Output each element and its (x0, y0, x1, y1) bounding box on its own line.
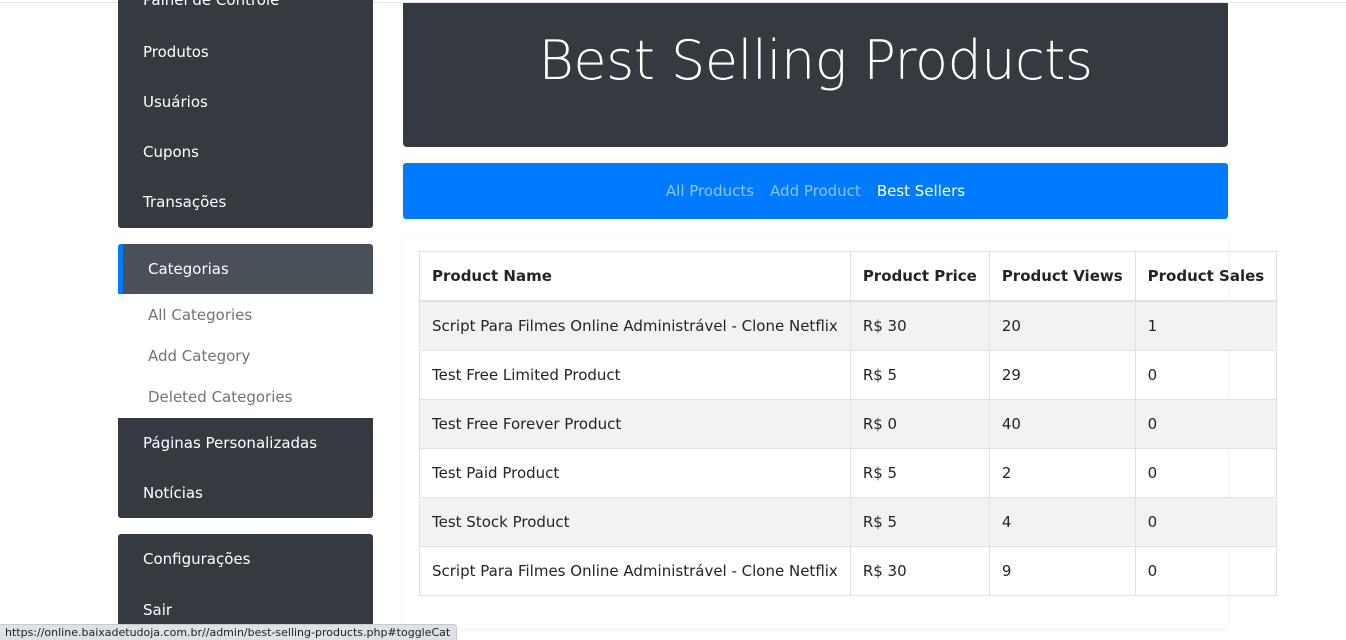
cell-name: Script Para Filmes Online Administrável … (419, 546, 851, 596)
sidebar-item-transacoes[interactable]: Transações (143, 193, 226, 211)
col-product-name: Product Name (419, 251, 851, 302)
cell-views: 29 (988, 350, 1136, 400)
cell-name: Script Para Filmes Online Administrável … (419, 300, 851, 351)
cell-price: R$ 0 (849, 399, 990, 449)
browser-status-url: https://online.baixadetudoja.com.br//adm… (0, 624, 458, 640)
cell-sales: 0 (1134, 350, 1278, 400)
product-nav: All Products Add Product Best Sellers (403, 163, 1228, 219)
cell-views: 2 (988, 448, 1136, 498)
cell-name: Test Free Forever Product (419, 399, 851, 449)
sidebar-item-noticias[interactable]: Notícias (143, 484, 203, 502)
best-sellers-table: Product Name Product Price Product Views… (419, 251, 1278, 596)
submenu-all-categories[interactable]: All Categories (148, 306, 252, 324)
nav-add-product[interactable]: Add Product (770, 182, 861, 200)
cell-sales: 0 (1134, 497, 1278, 547)
table-row: Test Free Limited Product R$ 5 29 0 (419, 350, 1278, 400)
col-product-sales: Product Sales (1134, 251, 1278, 302)
cell-sales: 0 (1134, 399, 1278, 449)
table-row: Test Stock Product R$ 5 4 0 (419, 497, 1278, 547)
nav-all-products[interactable]: All Products (666, 182, 754, 200)
table-row: Test Free Forever Product R$ 0 40 0 (419, 399, 1278, 449)
nav-best-sellers[interactable]: Best Sellers (877, 182, 965, 200)
col-product-price: Product Price (849, 251, 990, 302)
cell-price: R$ 5 (849, 350, 990, 400)
sidebar-item-produtos[interactable]: Produtos (143, 43, 209, 61)
cell-views: 20 (988, 300, 1136, 351)
submenu-deleted-categories[interactable]: Deleted Categories (148, 388, 292, 406)
cell-name: Test Stock Product (419, 497, 851, 547)
table-row: Script Para Filmes Online Administrável … (419, 546, 1278, 596)
sidebar-main-menu: Painel de Controle Produtos Usuários Cup… (118, 0, 373, 228)
sidebar-item-painel[interactable]: Painel de Controle (143, 0, 279, 9)
table-row: Test Paid Product R$ 5 2 0 (419, 448, 1278, 498)
sidebar-item-categorias[interactable]: Categorias (118, 244, 373, 294)
cell-price: R$ 30 (849, 300, 990, 351)
sidebar-item-paginas[interactable]: Páginas Personalizadas (143, 434, 317, 452)
cell-name: Test Free Limited Product (419, 350, 851, 400)
sidebar-item-usuarios[interactable]: Usuários (143, 93, 208, 111)
cell-name: Test Paid Product (419, 448, 851, 498)
submenu-add-category[interactable]: Add Category (148, 347, 250, 365)
cell-price: R$ 5 (849, 448, 990, 498)
sidebar-pages-menu: Páginas Personalizadas Notícias (118, 418, 373, 518)
cell-views: 40 (988, 399, 1136, 449)
table-row: Script Para Filmes Online Administrável … (419, 300, 1278, 351)
cell-price: R$ 30 (849, 546, 990, 596)
table-header-row: Product Name Product Price Product Views… (419, 251, 1278, 302)
sidebar-item-configuracoes[interactable]: Configurações (143, 550, 250, 568)
page-header: Best Selling Products (403, 3, 1228, 147)
cell-views: 4 (988, 497, 1136, 547)
sidebar-item-label: Categorias (148, 260, 229, 278)
sidebar-item-cupons[interactable]: Cupons (143, 143, 199, 161)
cell-sales: 0 (1134, 546, 1278, 596)
cell-price: R$ 5 (849, 497, 990, 547)
page-title: Best Selling Products (538, 29, 1093, 92)
col-product-views: Product Views (988, 251, 1136, 302)
sidebar-item-sair[interactable]: Sair (143, 601, 172, 619)
cell-sales: 0 (1134, 448, 1278, 498)
cell-views: 9 (988, 546, 1136, 596)
cell-sales: 1 (1134, 300, 1278, 351)
active-indicator (118, 244, 123, 294)
